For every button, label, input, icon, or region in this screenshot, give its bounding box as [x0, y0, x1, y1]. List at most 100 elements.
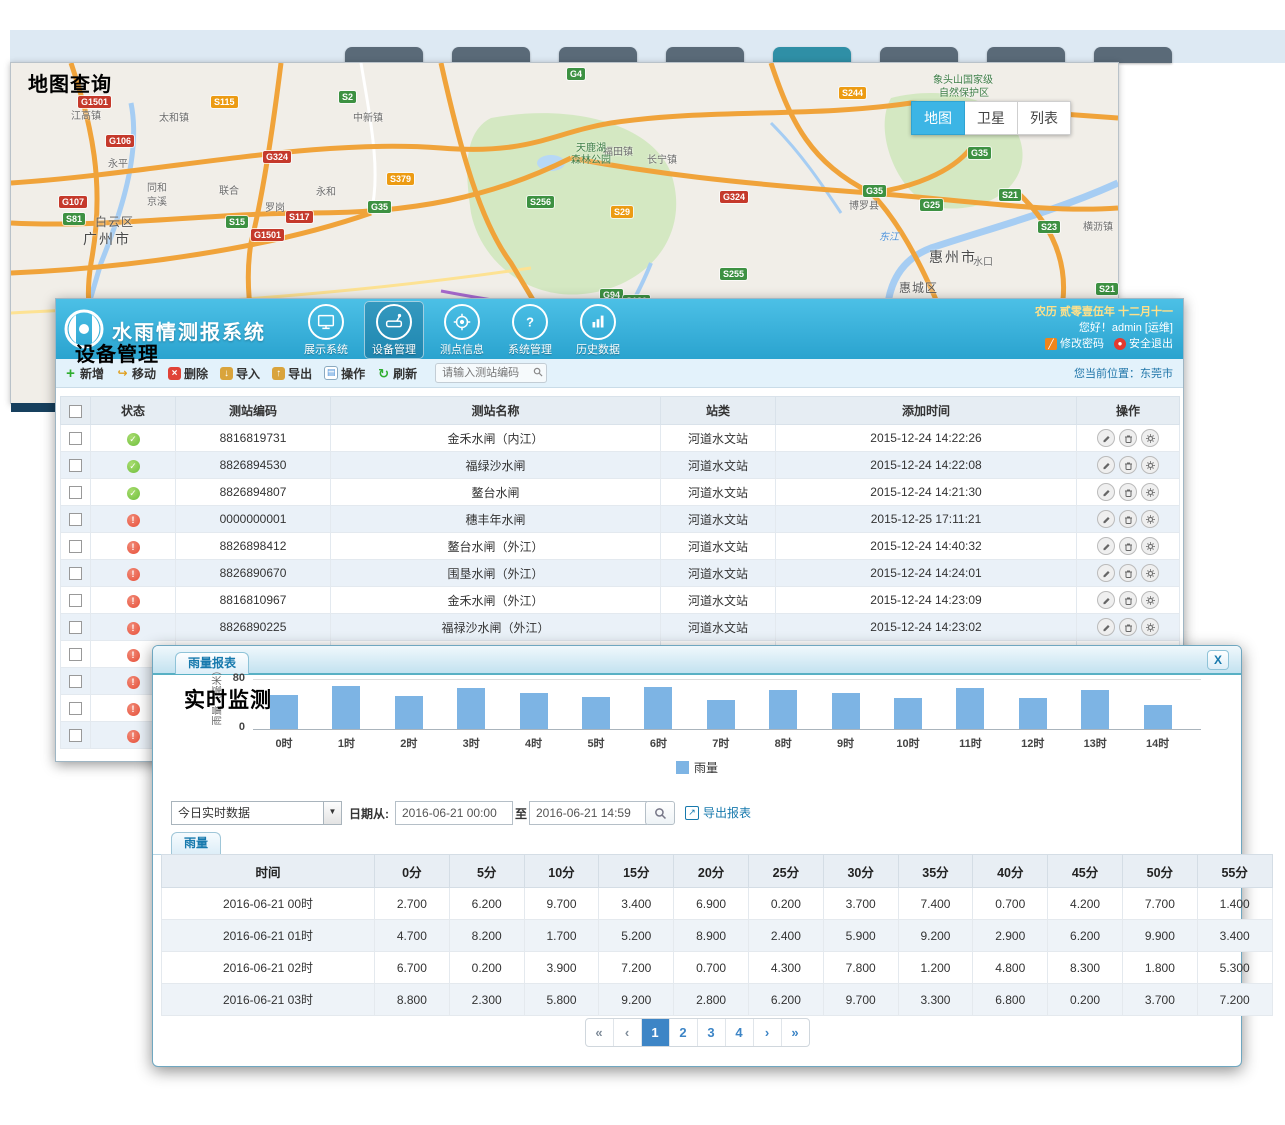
- action-delete-button[interactable]: [1119, 456, 1137, 474]
- row-checkbox[interactable]: [69, 540, 82, 553]
- road-badge: S2: [339, 91, 356, 103]
- page-button[interactable]: ‹: [614, 1019, 642, 1046]
- page-button[interactable]: 3: [698, 1019, 726, 1046]
- change-password-link[interactable]: ╱修改密码: [1045, 336, 1104, 352]
- background-tab-stub[interactable]: [452, 47, 530, 63]
- table-row[interactable]: ✓8816819731金禾水闸（内江）河道水文站2015-12-24 14:22…: [61, 425, 1180, 452]
- row-select-cell: [61, 668, 91, 695]
- background-tab-stub[interactable]: [880, 47, 958, 63]
- map-type-button[interactable]: 地图: [911, 101, 965, 135]
- table-row[interactable]: !0000000001穗丰年水闸河道水文站2015-12-25 17:11:21: [61, 506, 1180, 533]
- page-button[interactable]: »: [782, 1019, 809, 1046]
- table-row[interactable]: !8826898412鳌台水闸（外江）河道水文站2015-12-24 14:40…: [61, 533, 1180, 560]
- action-gear-button[interactable]: [1141, 537, 1159, 555]
- nav-item-monitor[interactable]: 展示系统: [296, 301, 356, 359]
- toolbar-button-del[interactable]: ×删除: [168, 365, 208, 382]
- action-delete-button[interactable]: [1119, 537, 1137, 555]
- row-checkbox[interactable]: [69, 621, 82, 634]
- date-from-input[interactable]: [395, 801, 513, 825]
- table-row[interactable]: ✓8826894807鳌台水闸河道水文站2015-12-24 14:21:30: [61, 479, 1180, 506]
- action-gear-button[interactable]: [1141, 564, 1159, 582]
- row-checkbox[interactable]: [69, 594, 82, 607]
- main-nav: 展示系统设备管理测点信息?系统管理历史数据: [296, 301, 628, 359]
- road-badge: G106: [106, 135, 134, 147]
- logout-link[interactable]: ●安全退出: [1114, 336, 1173, 352]
- background-tab-stub[interactable]: [666, 47, 744, 63]
- sub-tab-row: 雨量: [153, 832, 1241, 855]
- rain-table-row: 2016-06-21 02时6.7000.2003.9007.2000.7004…: [162, 952, 1273, 984]
- action-gear-button[interactable]: [1141, 429, 1159, 447]
- col-code: 测站编码: [176, 397, 331, 425]
- toolbar-button-ref[interactable]: ↻刷新: [377, 365, 417, 382]
- action-edit-button[interactable]: [1097, 456, 1115, 474]
- toolbar-button-plus[interactable]: +新增: [64, 365, 104, 382]
- toolbar-button-exp[interactable]: ↑导出: [272, 365, 312, 382]
- action-gear-button[interactable]: [1141, 456, 1159, 474]
- toolbar-button-imp[interactable]: ↓导入: [220, 365, 260, 382]
- background-tab-stub[interactable]: [559, 47, 637, 63]
- page-button[interactable]: 1: [642, 1019, 670, 1046]
- action-delete-button[interactable]: [1119, 618, 1137, 636]
- close-button[interactable]: X: [1207, 650, 1229, 670]
- row-checkbox[interactable]: [69, 567, 82, 580]
- table-row[interactable]: !8826890670围垦水闸（外江）河道水文站2015-12-24 14:24…: [61, 560, 1180, 587]
- page-button[interactable]: ›: [754, 1019, 782, 1046]
- row-checkbox[interactable]: [69, 729, 82, 742]
- query-button[interactable]: [645, 801, 675, 825]
- nav-item-question[interactable]: ?系统管理: [500, 301, 560, 359]
- action-delete-button[interactable]: [1119, 564, 1137, 582]
- nav-item-history[interactable]: 历史数据: [568, 301, 628, 359]
- dataset-select[interactable]: 今日实时数据 ▼: [171, 801, 342, 825]
- action-edit-button[interactable]: [1097, 510, 1115, 528]
- action-delete-button[interactable]: [1119, 510, 1137, 528]
- select-all-checkbox[interactable]: [69, 405, 82, 418]
- row-checkbox[interactable]: [69, 486, 82, 499]
- page-button[interactable]: «: [586, 1019, 614, 1046]
- background-tab-stub[interactable]: [1094, 47, 1172, 63]
- toolbar-button-move[interactable]: ↪移动: [116, 365, 156, 382]
- tab-rain[interactable]: 雨量: [171, 832, 221, 855]
- table-row[interactable]: !8816810967金禾水闸（外江）河道水文站2015-12-24 14:23…: [61, 587, 1180, 614]
- rain-col-header: 时间: [162, 855, 375, 888]
- background-tab-stub[interactable]: [773, 47, 851, 63]
- delete-icon: [1123, 433, 1134, 444]
- action-gear-button[interactable]: [1141, 483, 1159, 501]
- nav-item-device[interactable]: 设备管理: [364, 301, 424, 359]
- action-gear-button[interactable]: [1141, 618, 1159, 636]
- action-delete-button[interactable]: [1119, 591, 1137, 609]
- action-edit-button[interactable]: [1097, 537, 1115, 555]
- row-checkbox[interactable]: [69, 432, 82, 445]
- action-edit-button[interactable]: [1097, 618, 1115, 636]
- nav-item-target[interactable]: 测点信息: [432, 301, 492, 359]
- page-button[interactable]: 4: [726, 1019, 754, 1046]
- action-edit-button[interactable]: [1097, 429, 1115, 447]
- action-edit-button[interactable]: [1097, 564, 1115, 582]
- row-checkbox[interactable]: [69, 459, 82, 472]
- action-gear-button[interactable]: [1141, 591, 1159, 609]
- action-edit-button[interactable]: [1097, 591, 1115, 609]
- page-button[interactable]: 2: [670, 1019, 698, 1046]
- background-tab-stub[interactable]: [345, 47, 423, 63]
- action-edit-button[interactable]: [1097, 483, 1115, 501]
- row-code-cell: 8826890670: [176, 560, 331, 587]
- map-type-button[interactable]: 卫星: [965, 101, 1018, 135]
- export-report-link[interactable]: ↗ 导出报表: [685, 804, 751, 821]
- table-row[interactable]: ✓8826894530福绿沙水闸河道水文站2015-12-24 14:22:08: [61, 452, 1180, 479]
- date-to-input[interactable]: [529, 801, 647, 825]
- table-row[interactable]: !8826890225福禄沙水闸（外江）河道水文站2015-12-24 14:2…: [61, 614, 1180, 641]
- row-checkbox[interactable]: [69, 648, 82, 661]
- action-delete-button[interactable]: [1119, 483, 1137, 501]
- action-delete-button[interactable]: [1119, 429, 1137, 447]
- row-checkbox[interactable]: [69, 675, 82, 688]
- row-checkbox[interactable]: [69, 702, 82, 715]
- select-dropdown-arrow[interactable]: ▼: [323, 802, 341, 824]
- rain-value-cell: 3.400: [1197, 920, 1272, 952]
- map-type-button[interactable]: 列表: [1018, 101, 1071, 135]
- col-added: 添加时间: [776, 397, 1077, 425]
- station-search-input[interactable]: [435, 363, 547, 383]
- row-checkbox[interactable]: [69, 513, 82, 526]
- action-gear-button[interactable]: [1141, 510, 1159, 528]
- toolbar-button-op[interactable]: ▤操作: [324, 365, 365, 382]
- background-tab-stub[interactable]: [987, 47, 1065, 63]
- rain-col-header: 0分: [375, 855, 450, 888]
